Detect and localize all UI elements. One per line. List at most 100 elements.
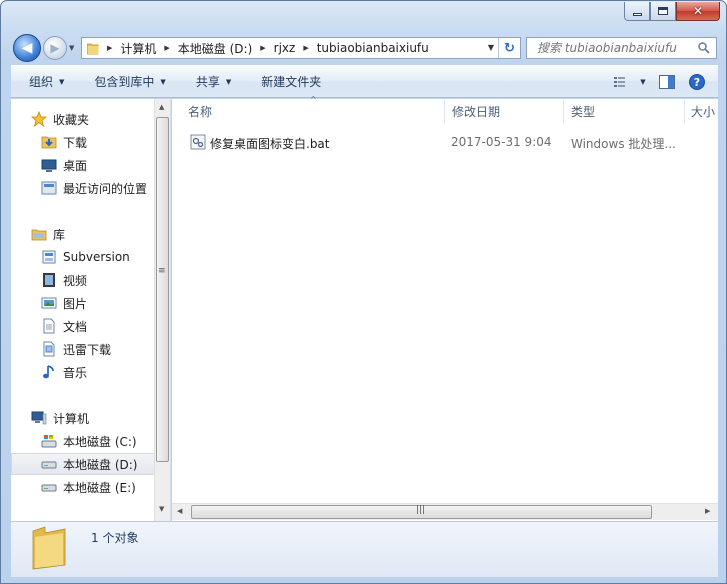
- breadcrumb-drive-d[interactable]: 本地磁盘 (D:): [178, 40, 252, 57]
- help-button[interactable]: ?: [682, 71, 712, 93]
- recent-pages-dropdown[interactable]: ▼: [69, 44, 74, 52]
- breadcrumb-separator[interactable]: ▶: [164, 44, 169, 52]
- share-menu[interactable]: 共享 ▼: [178, 66, 243, 97]
- details-pane: 1 个对象: [11, 521, 718, 577]
- column-header-modified[interactable]: 修改日期: [445, 99, 564, 123]
- sidebar-item-drive-d[interactable]: 本地磁盘 (D:): [11, 453, 155, 475]
- thunder-download-icon: [43, 341, 55, 357]
- file-modified-date: 2017-05-31 9:04: [451, 135, 552, 149]
- sidebar-label: 图片: [63, 296, 88, 311]
- search-input[interactable]: [537, 41, 687, 55]
- video-icon: [43, 273, 55, 287]
- close-button[interactable]: ✕: [676, 2, 720, 21]
- scroll-left-arrow[interactable]: ◀: [177, 507, 182, 515]
- breadcrumb-separator[interactable]: ▶: [107, 44, 112, 52]
- sidebar-item-subversion[interactable]: Subversion: [11, 246, 155, 268]
- star-icon: [31, 111, 47, 127]
- sidebar-computer[interactable]: 计算机: [11, 407, 155, 429]
- breadcrumb-separator[interactable]: ▶: [303, 44, 308, 52]
- search-box[interactable]: [526, 37, 717, 59]
- forward-button[interactable]: ▶: [43, 36, 67, 60]
- file-list: ^ 名称 修改日期 类型 大小 修复桌面图标变白.bat 2017-05-31 …: [172, 95, 718, 521]
- chevron-down-icon: ▼: [225, 77, 232, 86]
- sidebar-item-drive-c[interactable]: 本地磁盘 (C:): [11, 430, 155, 452]
- navigation-pane: 收藏夹 下载 桌面 最近访问的位置 库 Subversion 视频 图片 文档 …: [11, 99, 171, 521]
- column-header-name[interactable]: 名称: [172, 99, 445, 123]
- sidebar-label: 收藏夹: [53, 112, 90, 127]
- chevron-down-icon: ▼: [59, 77, 65, 86]
- refresh-icon: ↻: [504, 40, 515, 56]
- refresh-button[interactable]: ↻: [498, 38, 520, 58]
- column-header-size[interactable]: 大小: [685, 99, 718, 123]
- explorer-window: ✕ ◀ ▶ ▼ ▶ 计算机 ▶ 本地磁盘 (D:) ▶ rjxz ▶ tubia…: [0, 0, 727, 584]
- sidebar-item-videos[interactable]: 视频: [11, 269, 155, 291]
- forward-arrow-icon: ▶: [50, 41, 60, 55]
- address-bar[interactable]: ▶ 计算机 ▶ 本地磁盘 (D:) ▶ rjxz ▶ tubiaobianbai…: [81, 37, 521, 59]
- sidebar-label: 下载: [63, 135, 88, 150]
- include-in-library-label: 包含到库中: [94, 75, 155, 89]
- drive-icon: [41, 461, 57, 469]
- scrollbar-grip: |||: [416, 505, 426, 515]
- column-header-type[interactable]: 类型: [564, 99, 685, 123]
- documents-icon: [43, 318, 55, 334]
- recent-places-icon: [41, 181, 57, 195]
- new-folder-button[interactable]: 新建文件夹: [243, 66, 333, 97]
- sidebar-item-desktop[interactable]: 桌面: [11, 154, 155, 176]
- navigation-pane-scrollbar[interactable]: ▲ ≡ ▼: [154, 99, 170, 521]
- sidebar-item-pictures[interactable]: 图片: [11, 292, 155, 314]
- preview-pane-icon: [659, 74, 675, 89]
- file-list-horizontal-scrollbar[interactable]: ◀ ||| ▶: [172, 503, 718, 520]
- sidebar-item-thunder-downloads[interactable]: 迅雷下载: [11, 338, 155, 360]
- caption-buttons: ✕: [624, 2, 720, 21]
- sidebar-label: 视频: [63, 273, 88, 288]
- minimize-button[interactable]: [624, 2, 650, 21]
- scroll-up-arrow[interactable]: ▲: [159, 103, 164, 111]
- breadcrumb-computer[interactable]: 计算机: [120, 40, 156, 57]
- sidebar-libraries[interactable]: 库: [11, 223, 155, 245]
- organize-menu[interactable]: 组织 ▼: [11, 66, 76, 97]
- breadcrumb-separator[interactable]: ▶: [260, 44, 265, 52]
- batch-file-icon: [190, 134, 206, 150]
- new-folder-label: 新建文件夹: [261, 75, 322, 89]
- sidebar-item-documents[interactable]: 文档: [11, 315, 155, 337]
- music-icon: [43, 365, 54, 379]
- scrollbar-grip: ≡: [158, 266, 166, 276]
- sidebar-label: Subversion: [63, 250, 130, 264]
- file-name: 修复桌面图标变白.bat: [210, 137, 330, 151]
- drive-icon: [41, 484, 57, 492]
- scroll-down-arrow[interactable]: ▼: [159, 505, 164, 513]
- chevron-down-icon: ▼: [640, 77, 646, 86]
- file-type: Windows 批处理...: [571, 137, 676, 151]
- column-header-label: 大小: [691, 104, 716, 119]
- maximize-button[interactable]: [650, 2, 676, 21]
- sidebar-favorites[interactable]: 收藏夹: [11, 108, 155, 130]
- sidebar-item-music[interactable]: 音乐: [11, 361, 155, 383]
- change-view-button[interactable]: ▼: [608, 71, 652, 93]
- sidebar-label: 桌面: [63, 158, 88, 173]
- sidebar-label: 库: [53, 227, 66, 242]
- sidebar-label: 最近访问的位置: [63, 181, 148, 196]
- preview-pane-button[interactable]: [652, 71, 682, 93]
- organize-label: 组织: [29, 75, 54, 89]
- address-history-dropdown[interactable]: ▼: [488, 43, 494, 52]
- close-icon: ✕: [692, 4, 704, 18]
- scroll-right-arrow[interactable]: ▶: [705, 507, 710, 515]
- breadcrumb-current-folder[interactable]: tubiaobianbaixiufu: [317, 41, 429, 55]
- download-folder-icon: [41, 136, 57, 149]
- scrollbar-thumb[interactable]: [156, 117, 169, 462]
- svg-text:?: ?: [694, 76, 700, 89]
- column-header-label: 名称: [188, 104, 213, 119]
- minimize-icon: [632, 13, 642, 16]
- computer-icon: [31, 411, 47, 425]
- pictures-icon: [41, 297, 57, 309]
- sidebar-label: 音乐: [63, 365, 88, 380]
- sidebar-item-downloads[interactable]: 下载: [11, 131, 155, 153]
- column-header-label: 类型: [571, 104, 596, 119]
- help-icon: ?: [689, 73, 705, 90]
- include-in-library-menu[interactable]: 包含到库中 ▼: [76, 66, 177, 97]
- back-button[interactable]: ◀: [13, 34, 41, 62]
- sidebar-label: 文档: [63, 319, 88, 334]
- sidebar-item-drive-e[interactable]: 本地磁盘 (E:): [11, 476, 155, 498]
- breadcrumb-rjxz[interactable]: rjxz: [274, 41, 296, 55]
- sidebar-item-recent-places[interactable]: 最近访问的位置: [11, 177, 155, 199]
